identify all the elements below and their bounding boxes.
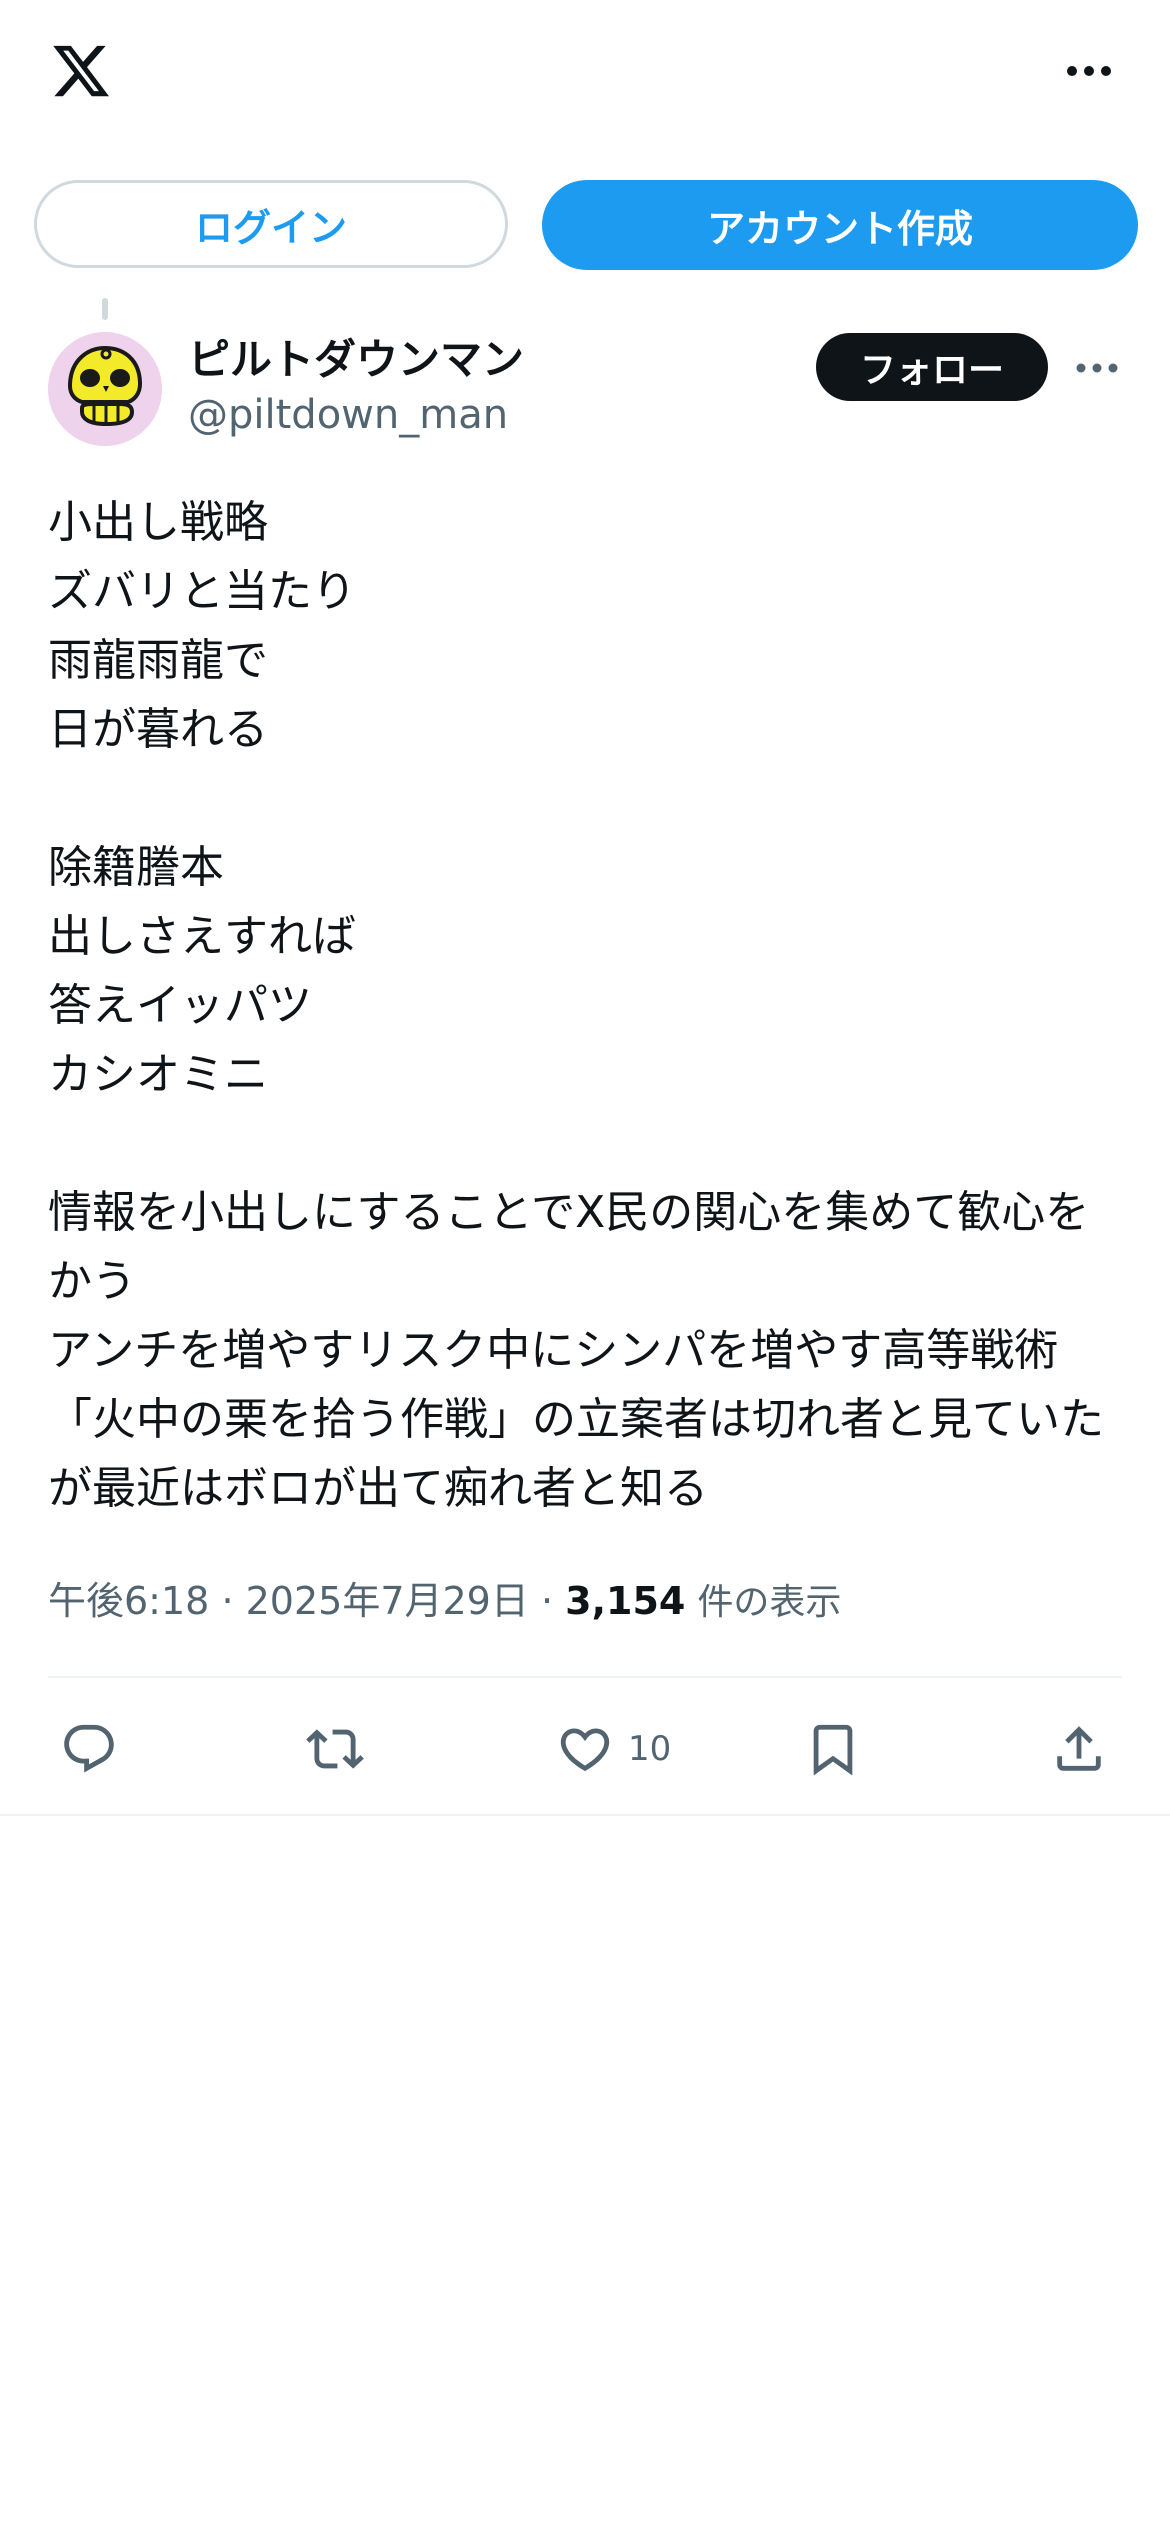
repost-icon <box>306 1729 364 1769</box>
share-icon <box>1057 1726 1101 1771</box>
meta-separator: · <box>221 1579 246 1623</box>
top-bar <box>0 0 1170 150</box>
post-actions: 10 <box>0 1710 1170 1788</box>
auth-buttons: ログイン アカウント作成 <box>34 180 1138 270</box>
divider <box>48 1676 1122 1678</box>
meta-separator: · <box>540 1579 566 1623</box>
reply-icon <box>64 1724 114 1773</box>
like-button[interactable]: 10 <box>556 1710 671 1788</box>
divider <box>0 1814 1170 1816</box>
author-display-name[interactable]: ピルトダウンマン <box>188 326 524 387</box>
heart-icon <box>560 1728 610 1772</box>
post-time[interactable]: 午後6:18 <box>48 1579 209 1623</box>
thread-connector-line <box>102 298 108 320</box>
repost-button[interactable] <box>306 1710 364 1788</box>
share-button[interactable] <box>1050 1710 1108 1788</box>
post-more-icon[interactable] <box>1076 357 1118 379</box>
post-date[interactable]: 2025年7月29日 <box>246 1579 529 1623</box>
post-meta: 午後6:18 · 2025年7月29日 · 3,154 件の表示 <box>48 1570 841 1625</box>
avatar[interactable] <box>48 332 162 446</box>
post-text: 小出し戦略 ズバリと当たり 雨龍雨龍で 日が暮れる 除籍謄本 出しさえすれば 答… <box>48 497 1104 1514</box>
bookmark-icon <box>813 1724 853 1776</box>
create-account-button[interactable]: アカウント作成 <box>542 180 1138 270</box>
reply-button[interactable] <box>60 1710 118 1788</box>
author-handle[interactable]: @piltdown_man <box>188 392 508 438</box>
x-logo-icon[interactable] <box>48 40 114 102</box>
like-count: 10 <box>628 1729 672 1769</box>
views-label: 件の表示 <box>697 1582 842 1623</box>
bookmark-button[interactable] <box>804 1710 862 1788</box>
views-count: 3,154 <box>565 1579 686 1623</box>
login-button[interactable]: ログイン <box>34 180 508 268</box>
follow-button[interactable]: フォロー <box>816 333 1048 401</box>
more-horizontal-icon[interactable] <box>1066 58 1112 84</box>
skull-avatar-icon <box>48 332 162 446</box>
